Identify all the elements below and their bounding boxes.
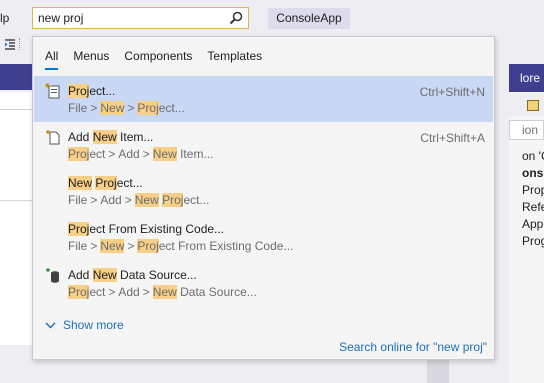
tab-components[interactable]: Components bbox=[124, 48, 192, 70]
solution-explorer-search[interactable]: ion bbox=[509, 120, 544, 140]
search-result-item[interactable]: Project... File > New > Project... Ctrl+Shift+… bbox=[34, 76, 493, 122]
text-segment: File bbox=[68, 193, 88, 207]
result-path: Project > Add > New Data Source... bbox=[68, 285, 257, 299]
indent-icon[interactable] bbox=[4, 38, 16, 50]
solution-explorer-header[interactable]: lore bbox=[509, 64, 544, 92]
text-segment: ect bbox=[89, 147, 106, 161]
text-segment: ect... bbox=[183, 193, 210, 207]
path-separator: > bbox=[90, 101, 98, 115]
match-highlight: Proj bbox=[95, 176, 117, 190]
text-segment: Data Source... bbox=[176, 285, 257, 299]
text-segment: ect... bbox=[89, 84, 116, 98]
path-separator: > bbox=[142, 147, 150, 161]
match-highlight: Proj bbox=[68, 222, 90, 236]
search-icon[interactable] bbox=[228, 10, 244, 26]
match-highlight: New bbox=[134, 193, 159, 207]
match-highlight: New bbox=[100, 239, 125, 253]
tab-menus[interactable]: Menus bbox=[73, 48, 109, 70]
match-highlight: Proj bbox=[68, 285, 90, 299]
shortcut-label: Ctrl+Shift+N bbox=[419, 85, 485, 99]
result-path: File > Add > New Project... bbox=[68, 193, 209, 207]
results-list: Project... File > New > Project... Ctrl+Shift+… bbox=[34, 76, 493, 306]
chevron-down-icon bbox=[45, 322, 56, 328]
tab-templates[interactable]: Templates bbox=[207, 48, 262, 70]
match-highlight: Proj bbox=[162, 193, 184, 207]
text-segment: Add bbox=[100, 193, 122, 207]
match-highlight: Proj bbox=[68, 147, 90, 161]
text-segment: ect From Existing Code... bbox=[89, 222, 225, 236]
search-input[interactable] bbox=[38, 10, 218, 26]
text-segment: Item... bbox=[116, 130, 154, 144]
path-separator: > bbox=[90, 239, 98, 253]
text-segment: File bbox=[68, 239, 88, 253]
result-title: Project From Existing Code... bbox=[68, 222, 224, 236]
editor-divider bbox=[0, 200, 32, 201]
match-highlight: New bbox=[152, 147, 177, 161]
search-result-item[interactable]: Add New Data Source... Project > Add > New Da… bbox=[34, 260, 493, 306]
editor-status-area bbox=[0, 345, 32, 383]
match-highlight: New bbox=[152, 285, 177, 299]
tree-item[interactable]: onsole bbox=[522, 165, 544, 182]
tree-item[interactable]: Prog bbox=[522, 233, 544, 250]
add-data-source-icon bbox=[45, 267, 61, 283]
tree-item[interactable]: Refe bbox=[522, 199, 544, 216]
search-result-item[interactable]: New Project... File > Add > New Project... bbox=[34, 168, 493, 214]
match-highlight: Proj bbox=[68, 84, 90, 98]
code-editor[interactable] bbox=[0, 110, 32, 383]
menu-help-partial[interactable]: lp bbox=[0, 11, 9, 25]
text-segment: ect bbox=[89, 285, 106, 299]
path-separator: > bbox=[127, 101, 135, 115]
text-segment: Add bbox=[118, 147, 140, 161]
search-result-item[interactable]: Add New Item... Project > Add > New Item... Ct… bbox=[34, 122, 493, 168]
match-highlight: New bbox=[92, 130, 117, 144]
search-online-link[interactable]: Search online for "new proj" bbox=[339, 340, 487, 354]
editor-tab-strip[interactable] bbox=[0, 64, 32, 90]
text-segment: ect... bbox=[116, 176, 143, 190]
toolbar-separator bbox=[19, 38, 20, 50]
shortcut-label: Ctrl+Shift+A bbox=[420, 131, 485, 145]
match-highlight: Proj bbox=[137, 101, 159, 115]
tree-item[interactable]: Prop bbox=[522, 182, 544, 199]
text-segment: Add bbox=[118, 285, 140, 299]
match-highlight: New bbox=[100, 101, 125, 115]
path-separator: > bbox=[108, 285, 116, 299]
result-title: Add New Data Source... bbox=[68, 268, 197, 282]
path-separator: > bbox=[127, 239, 135, 253]
match-highlight: New bbox=[92, 268, 117, 282]
tree-item[interactable]: App bbox=[522, 216, 544, 233]
search-result-item[interactable]: Project From Existing Code... File > New > Pr… bbox=[34, 214, 493, 260]
tree-item[interactable]: on 'C bbox=[522, 148, 544, 165]
result-path: Project > Add > New Item... bbox=[68, 147, 213, 161]
result-path: File > New > Project From Existing Code... bbox=[68, 239, 293, 253]
editor-nav-bar bbox=[0, 92, 32, 110]
search-results-dropdown: All Menus Components Templates Project..… bbox=[32, 36, 495, 360]
show-more-link[interactable]: Show more bbox=[45, 317, 124, 333]
solution-name-badge[interactable]: ConsoleApp bbox=[268, 8, 350, 29]
project-icon bbox=[45, 83, 61, 99]
text-segment: File bbox=[68, 101, 88, 115]
text-segment: Item... bbox=[176, 147, 214, 161]
result-title: New Project... bbox=[68, 176, 143, 190]
add-new-item-icon bbox=[45, 129, 61, 145]
text-segment: Add bbox=[68, 268, 93, 282]
text-segment: Data Source... bbox=[116, 268, 197, 282]
text-segment: Add bbox=[68, 130, 93, 144]
result-path: File > New > Project... bbox=[68, 101, 185, 115]
result-title: Project... bbox=[68, 84, 115, 98]
path-separator: > bbox=[90, 193, 98, 207]
path-separator: > bbox=[124, 193, 132, 207]
folder-icon[interactable] bbox=[527, 100, 539, 111]
show-more-label: Show more bbox=[63, 318, 124, 332]
path-separator: > bbox=[108, 147, 116, 161]
text-segment: ect From Existing Code... bbox=[158, 239, 294, 253]
match-highlight: Proj bbox=[137, 239, 159, 253]
solution-tree: on 'C onsole Prop Refe App Prog bbox=[522, 148, 544, 250]
match-highlight: New bbox=[68, 176, 93, 190]
result-title: Add New Item... bbox=[68, 130, 153, 144]
path-separator: > bbox=[142, 285, 150, 299]
search-box[interactable] bbox=[32, 7, 249, 29]
filter-tabs: All Menus Components Templates bbox=[45, 48, 277, 70]
tab-all[interactable]: All bbox=[45, 48, 59, 70]
text-segment: ect... bbox=[158, 101, 185, 115]
